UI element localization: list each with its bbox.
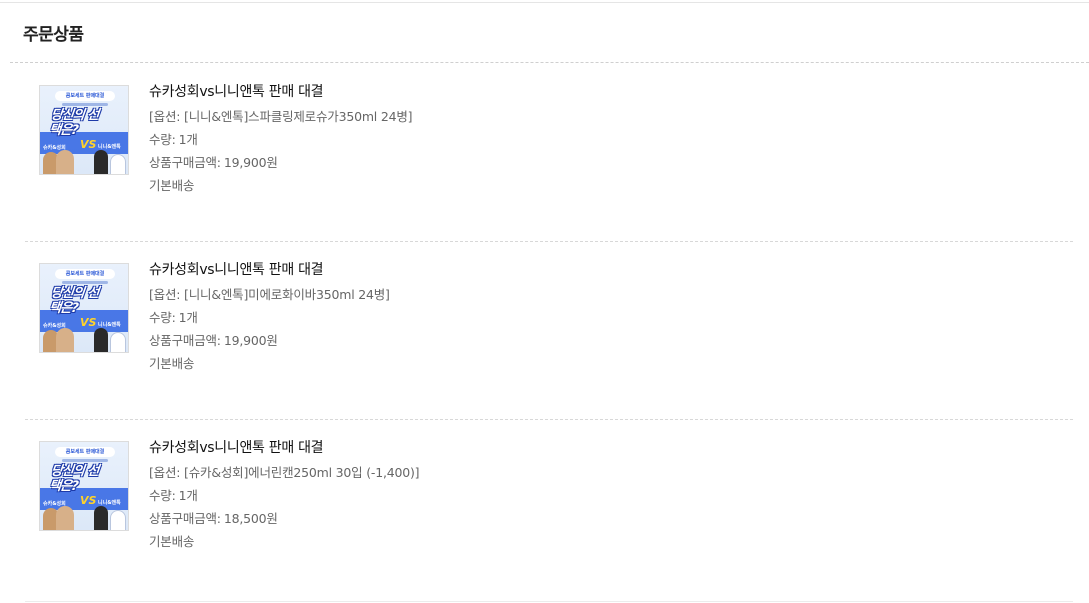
quantity-label: 수량: <box>149 488 176 503</box>
item-divider <box>25 601 1073 602</box>
section-title: 주문상품 <box>23 25 84 45</box>
product-name-link[interactable]: 슈카성회vs니니앤톡 판매 대결 <box>149 260 849 280</box>
thumbnail-headline: 당신의 선택은? <box>48 286 99 316</box>
product-price: 상품구매금액: 18,500원 <box>149 507 849 530</box>
thumbnail-right-tag: 니니&앤톡 <box>98 144 121 150</box>
person-figure <box>94 328 108 352</box>
thumbnail-headline: 당신의 선택은? <box>48 464 99 494</box>
product-info: 슈카성회vs니니앤톡 판매 대결 [옵션: [슈카&성회]에너린캔250ml 3… <box>149 438 849 553</box>
product-option: [옵션: [슈카&성회]에너린캔250ml 30입 (-1,400)] <box>149 465 420 480</box>
product-quantity: 수량: 1개 <box>149 484 849 507</box>
quantity-value: 1개 <box>178 488 198 503</box>
product-price: 상품구매금액: 19,900원 <box>149 329 849 352</box>
person-figure <box>110 332 126 352</box>
quantity-label: 수량: <box>149 310 176 325</box>
price-value: 19,900원 <box>223 333 278 348</box>
thumbnail-vs: VS <box>80 494 97 507</box>
product-info: 슈카성회vs니니앤톡 판매 대결 [옵션: [니니&엔톡]미에로화이바350ml… <box>149 260 849 375</box>
product-option: [옵션: [니니&엔톡]미에로화이바350ml 24병] <box>149 287 390 302</box>
thumbnail-vs: VS <box>80 316 97 329</box>
price-label: 상품구매금액: <box>149 333 221 348</box>
quantity-label: 수량: <box>149 132 176 147</box>
product-price: 상품구매금액: 19,900원 <box>149 151 849 174</box>
product-thumbnail[interactable]: 콤보세트 판매대결 당신의 선택은? 슈카&성회 니니&앤톡 VS <box>39 263 129 353</box>
product-thumbnail[interactable]: 콤보세트 판매대결 당신의 선택은? 슈카&성회 니니&앤톡 VS <box>39 441 129 531</box>
product-name-link[interactable]: 슈카성회vs니니앤톡 판매 대결 <box>149 438 849 458</box>
product-thumbnail[interactable]: 콤보세트 판매대결 당신의 선택은? 슈카&성회 니니&앤톡 VS <box>39 85 129 175</box>
person-figure <box>56 328 74 352</box>
person-figure <box>110 154 126 174</box>
price-value: 19,900원 <box>223 155 278 170</box>
order-item: 콤보세트 판매대결 당신의 선택은? 슈카&성회 니니&앤톡 VS 슈카성회vs… <box>0 241 1089 419</box>
order-item: 콤보세트 판매대결 당신의 선택은? 슈카&성회 니니&앤톡 VS 슈카성회vs… <box>0 63 1089 241</box>
shipping-type: 기본배송 <box>149 178 195 193</box>
price-value: 18,500원 <box>223 511 278 526</box>
top-border <box>0 2 1089 3</box>
product-quantity: 수량: 1개 <box>149 306 849 329</box>
product-info: 슈카성회vs니니앤톡 판매 대결 [옵션: [니니&엔톡]스파클링제로슈가350… <box>149 82 849 197</box>
quantity-value: 1개 <box>178 132 198 147</box>
thumbnail-vs: VS <box>80 138 97 151</box>
product-quantity: 수량: 1개 <box>149 128 849 151</box>
shipping-type: 기본배송 <box>149 534 195 549</box>
person-figure <box>110 510 126 530</box>
thumbnail-top-chip: 콤보세트 판매대결 <box>55 447 115 457</box>
quantity-value: 1개 <box>178 310 198 325</box>
product-option: [옵션: [니니&엔톡]스파클링제로슈가350ml 24병] <box>149 109 413 124</box>
shipping-type: 기본배송 <box>149 356 195 371</box>
person-figure <box>94 150 108 174</box>
product-name-link[interactable]: 슈카성회vs니니앤톡 판매 대결 <box>149 82 849 102</box>
person-figure <box>56 506 74 530</box>
thumbnail-right-tag: 니니&앤톡 <box>98 500 121 506</box>
thumbnail-top-chip: 콤보세트 판매대결 <box>55 269 115 279</box>
person-figure <box>94 506 108 530</box>
price-label: 상품구매금액: <box>149 155 221 170</box>
price-label: 상품구매금액: <box>149 511 221 526</box>
thumbnail-top-chip: 콤보세트 판매대결 <box>55 91 115 101</box>
thumbnail-headline: 당신의 선택은? <box>48 108 99 138</box>
person-figure <box>56 150 74 174</box>
thumbnail-right-tag: 니니&앤톡 <box>98 322 121 328</box>
order-item: 콤보세트 판매대결 당신의 선택은? 슈카&성회 니니&앤톡 VS 슈카성회vs… <box>0 419 1089 597</box>
